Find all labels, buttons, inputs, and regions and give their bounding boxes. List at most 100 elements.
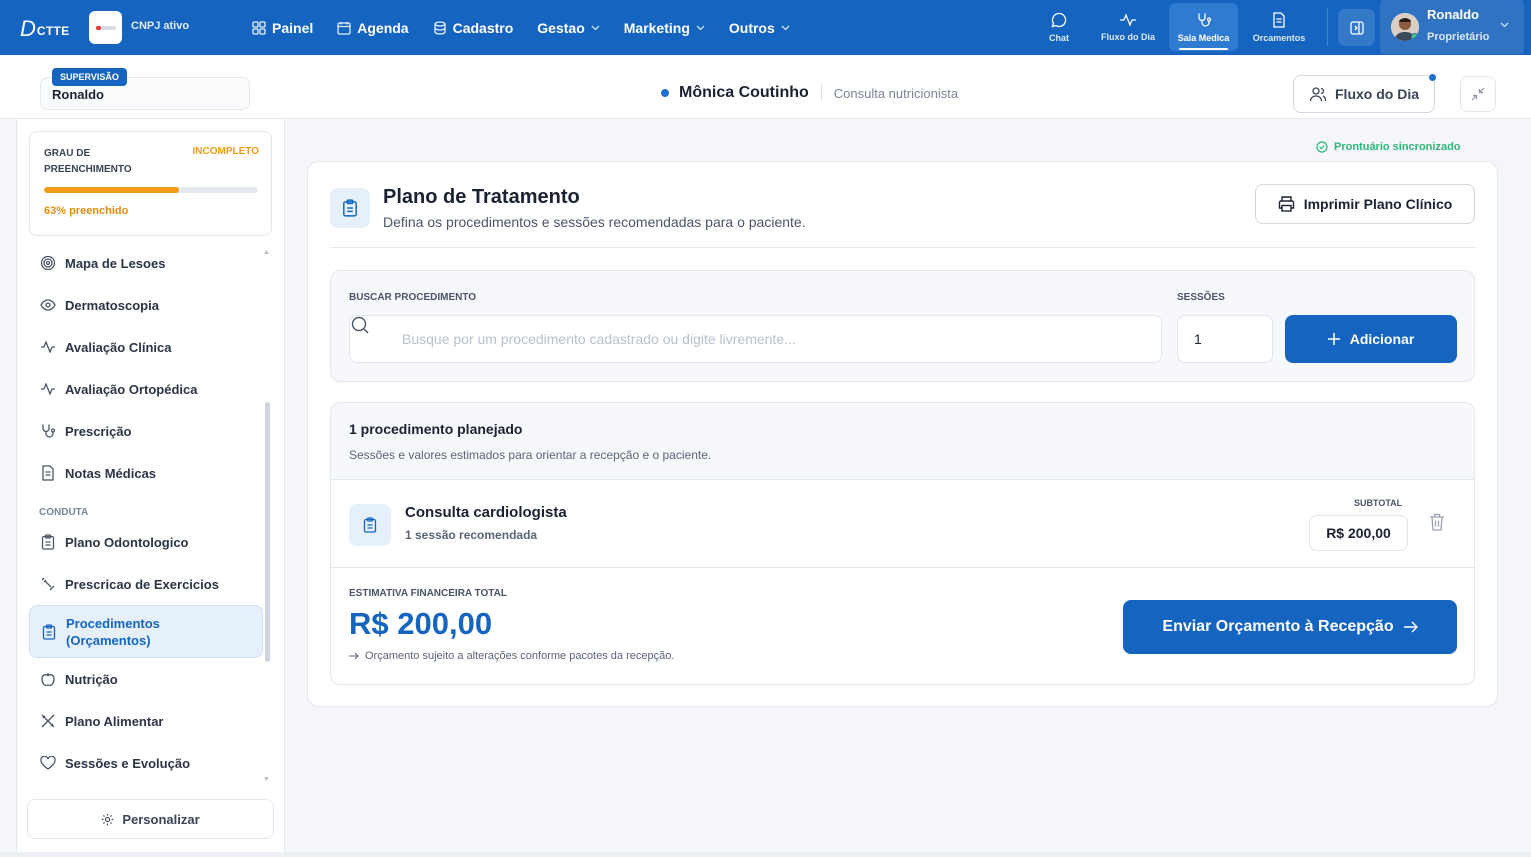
completion-card: GRAU DE PREENCHIMENTO INCOMPLETO 63% pre… xyxy=(29,131,272,236)
sidebar-scrollbar[interactable] xyxy=(265,249,271,784)
chevron-down-icon xyxy=(1500,22,1509,28)
procedure-sessions: 1 sessão recomendada xyxy=(405,528,538,542)
sessions-input[interactable] xyxy=(1177,315,1273,363)
apple-icon xyxy=(39,671,57,687)
supervisor-name: Ronaldo xyxy=(52,87,104,102)
patient-info: Mônica Coutinho Consulta nutricionista xyxy=(661,84,958,102)
printer-icon xyxy=(1278,196,1295,212)
minimize-icon xyxy=(1471,87,1485,101)
sidebar-item-avaliacao-clinica[interactable]: Avaliação Clínica xyxy=(29,326,263,368)
personalize-button[interactable]: Personalizar xyxy=(27,799,274,839)
sidebar-item-prescricao-exercicios[interactable]: Prescricao de Exercicios xyxy=(29,563,263,605)
chevron-down-icon xyxy=(591,25,600,31)
sidebar-item-sessoes-evolucao[interactable]: Sessões e Evolução xyxy=(29,742,263,784)
sidebar-item-mapa-lesoes[interactable]: Mapa de Lesoes xyxy=(29,242,263,284)
sidebar-item-nutricao[interactable]: Nutrição xyxy=(29,658,263,700)
arrow-right-icon xyxy=(1403,621,1418,633)
sidebar-nav: Mapa de Lesoes Dermatoscopia Avaliação C… xyxy=(29,242,263,784)
notification-dot xyxy=(1429,74,1436,81)
user-menu[interactable]: Ronaldo Proprietário xyxy=(1380,0,1524,54)
collapse-button[interactable] xyxy=(1460,76,1496,112)
patient-status-dot xyxy=(661,89,669,97)
quick-fluxo-do-dia[interactable]: Fluxo do Dia xyxy=(1094,3,1162,51)
stethoscope-icon xyxy=(39,423,57,439)
subtotal-value: R$ 200,00 xyxy=(1309,515,1408,551)
send-budget-button[interactable]: Enviar Orçamento à Recepção xyxy=(1123,600,1457,654)
sidebar-toggle-icon xyxy=(1349,20,1364,35)
online-status-dot xyxy=(1411,33,1419,41)
estimate-total: R$ 200,00 xyxy=(349,606,493,641)
sidebar-item-plano-odontologico[interactable]: Plano Odontologico xyxy=(29,521,263,563)
main-menu: Painel Agenda Cadastro Gestao Marketing xyxy=(252,0,814,55)
eye-icon xyxy=(39,299,57,311)
dumbbell-icon xyxy=(39,576,57,592)
completion-progress-bar xyxy=(44,187,258,193)
sidebar-item-procedimentos[interactable]: Procedimentos (Orçamentos) xyxy=(29,605,263,658)
procedures-header: 1 procedimento planejado Sessões e valor… xyxy=(331,403,1474,480)
quick-sala-medica[interactable]: Sala Medica xyxy=(1169,3,1238,51)
sidebar-item-plano-alimentar[interactable]: Plano Alimentar xyxy=(29,700,263,742)
clipboard-icon xyxy=(40,623,58,640)
scrollbar-thumb[interactable] xyxy=(265,402,270,662)
pulse-icon xyxy=(39,383,57,395)
nav-divider xyxy=(1327,8,1328,46)
estimate-label: ESTIMATIVA FINANCEIRA TOTAL xyxy=(349,588,507,599)
title-divider xyxy=(330,247,1475,248)
planned-procedures-panel: 1 procedimento planejado Sessões e valor… xyxy=(330,402,1475,685)
procedure-search-panel: BUSCAR PROCEDIMENTO SESSÕES Adicionar xyxy=(330,270,1475,382)
utensils-icon xyxy=(39,713,57,729)
chevron-down-icon xyxy=(696,25,705,31)
sessions-label: SESSÕES xyxy=(1177,292,1225,303)
toggle-panel-button[interactable] xyxy=(1338,9,1375,46)
trash-icon[interactable] xyxy=(1429,513,1445,531)
search-icon xyxy=(351,316,369,334)
clipboard-icon xyxy=(330,188,370,228)
procedure-name: Consulta cardiologista xyxy=(405,504,567,521)
user-name: Ronaldo xyxy=(1427,7,1479,22)
menu-agenda[interactable]: Agenda xyxy=(337,20,409,36)
plus-icon xyxy=(1327,333,1340,345)
search-label: BUSCAR PROCEDIMENTO xyxy=(349,292,477,303)
estimate-note: Orçamento sujeito a alterações conforme … xyxy=(349,650,674,662)
grid-icon xyxy=(252,20,266,35)
sidebar-item-prescricao[interactable]: Prescrição xyxy=(29,410,263,452)
sidebar-item-notas-medicas[interactable]: Notas Médicas xyxy=(29,452,263,494)
sync-status: Prontuário sincronizado xyxy=(1316,141,1461,153)
menu-outros[interactable]: Outros xyxy=(729,20,790,36)
check-circle-icon xyxy=(1316,141,1328,153)
procedure-search-input[interactable] xyxy=(349,315,1162,363)
cnpj-status: CNPJ ativo xyxy=(131,20,190,32)
arrow-right-icon xyxy=(349,652,359,660)
gear-icon xyxy=(101,813,114,826)
menu-painel[interactable]: Painel xyxy=(252,20,313,36)
database-icon xyxy=(433,20,447,35)
heart-icon xyxy=(39,756,57,770)
sidebar: GRAU DE PREENCHIMENTO INCOMPLETO 63% pre… xyxy=(16,119,285,852)
menu-cadastro[interactable]: Cadastro xyxy=(433,20,513,36)
add-procedure-button[interactable]: Adicionar xyxy=(1285,315,1457,363)
clinic-logo[interactable] xyxy=(89,11,122,44)
pulse-icon xyxy=(1119,12,1137,27)
fluxo-do-dia-button[interactable]: Fluxo do Dia xyxy=(1293,74,1436,113)
print-plan-button[interactable]: Imprimir Plano Clínico xyxy=(1255,184,1475,224)
clipboard-icon xyxy=(39,534,57,550)
chevron-down-icon xyxy=(781,25,790,31)
supervision-badge: SUPERVISÃO xyxy=(52,68,127,86)
chat-icon xyxy=(1051,12,1067,28)
page-subtitle: Defina os procedimentos e sessões recome… xyxy=(383,214,806,230)
app-logo[interactable]: D CTTE xyxy=(20,14,69,40)
sidebar-section-conduta: CONDUTA xyxy=(39,507,89,518)
completion-status: INCOMPLETO xyxy=(192,146,259,157)
menu-marketing[interactable]: Marketing xyxy=(624,20,705,36)
page-title: Plano de Tratamento xyxy=(383,186,580,208)
completion-progress-fill xyxy=(44,187,179,193)
quick-orcamentos[interactable]: Orcamentos xyxy=(1245,3,1313,51)
sidebar-item-avaliacao-ortopedica[interactable]: Avaliação Ortopédica xyxy=(29,368,263,410)
avatar xyxy=(1391,13,1419,41)
sidebar-item-dermatoscopia[interactable]: Dermatoscopia xyxy=(29,284,263,326)
menu-gestao[interactable]: Gestao xyxy=(537,20,600,36)
scroll-down-arrow[interactable]: ▼ xyxy=(263,776,270,783)
calendar-icon xyxy=(337,21,351,35)
quick-chat[interactable]: Chat xyxy=(1035,3,1083,51)
top-navbar: D CTTE CNPJ ativo Painel Agenda Cadastro… xyxy=(0,0,1531,55)
